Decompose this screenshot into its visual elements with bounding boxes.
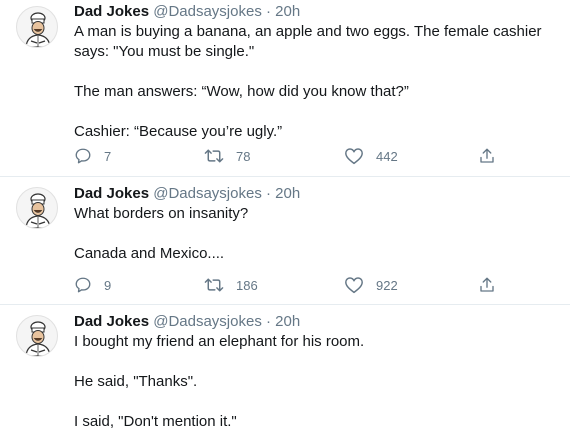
heart-icon (345, 148, 363, 165)
author-name[interactable]: Dad Jokes (74, 313, 149, 330)
timestamp[interactable]: 20h (275, 313, 300, 330)
author-handle[interactable]: @Dadsaysjokes (153, 3, 262, 20)
tweet-actions: 7 78 442 (74, 145, 514, 167)
separator-dot: · (266, 185, 271, 202)
chef-avatar-icon (25, 321, 51, 356)
avatar[interactable] (16, 187, 58, 229)
tweet-content: Dad Jokes @Dadsaysjokes · 20h What borde… (74, 184, 564, 264)
tweet-text: What borders on insanity? Canada and Mex… (74, 204, 564, 264)
tweet-paragraph: Canada and Mexico.... (74, 245, 225, 262)
tweet[interactable]: Dad Jokes @Dadsaysjokes · 20h What borde… (0, 177, 570, 305)
comment-icon (75, 277, 91, 293)
avatar[interactable] (16, 315, 58, 357)
share-button[interactable] (478, 145, 496, 167)
author-handle[interactable]: @Dadsaysjokes (153, 185, 262, 202)
retweet-count: 78 (236, 148, 251, 164)
author-handle[interactable]: @Dadsaysjokes (153, 313, 262, 330)
like-count: 442 (376, 148, 398, 164)
separator-dot: · (266, 3, 271, 20)
tweet-paragraph: I said, "Don't mention it." (74, 413, 237, 430)
author-name[interactable]: Dad Jokes (74, 3, 149, 20)
retweet-button[interactable]: 78 (204, 145, 250, 167)
tweet-paragraph: A man is buying a banana, an apple and t… (74, 23, 542, 60)
tweet-paragraph: What borders on insanity? (74, 205, 249, 222)
avatar[interactable] (16, 6, 58, 48)
tweet-header: Dad Jokes @Dadsaysjokes · 20h (74, 312, 564, 332)
retweet-button[interactable]: 186 (204, 274, 258, 296)
author-name[interactable]: Dad Jokes (74, 185, 149, 202)
share-icon (480, 148, 494, 163)
reply-button[interactable]: 7 (74, 145, 111, 167)
like-button[interactable]: 922 (344, 274, 398, 296)
retweet-count: 186 (236, 277, 258, 293)
tweet[interactable]: Dad Jokes @Dadsaysjokes · 20h I bought m… (0, 305, 570, 440)
tweet-paragraph: The man answers: “Wow, how did you know … (74, 83, 409, 100)
tweet-content: Dad Jokes @Dadsaysjokes · 20h I bought m… (74, 312, 564, 432)
retweet-icon (204, 278, 224, 292)
tweet-actions: 9 186 922 (74, 274, 514, 296)
reply-count: 9 (104, 277, 112, 293)
tweet-content: Dad Jokes @Dadsaysjokes · 20h A man is b… (74, 2, 564, 142)
heart-icon (345, 277, 363, 294)
chef-avatar-icon (25, 193, 51, 228)
separator-dot: · (266, 313, 271, 330)
tweet-text: A man is buying a banana, an apple and t… (74, 22, 564, 142)
share-button[interactable] (478, 274, 496, 296)
retweet-icon (204, 149, 224, 163)
tweet-header: Dad Jokes @Dadsaysjokes · 20h (74, 2, 564, 22)
tweet-paragraph: I bought my friend an elephant for his r… (74, 333, 365, 350)
like-button[interactable]: 442 (344, 145, 398, 167)
tweet-text: I bought my friend an elephant for his r… (74, 332, 564, 432)
comment-icon (75, 148, 91, 164)
share-icon (480, 277, 494, 292)
timestamp[interactable]: 20h (275, 3, 300, 20)
reply-button[interactable]: 9 (74, 274, 111, 296)
timestamp[interactable]: 20h (275, 185, 300, 202)
chef-avatar-icon (25, 12, 51, 47)
tweet-paragraph: He said, "Thanks". (74, 373, 198, 390)
reply-count: 7 (104, 148, 112, 164)
tweet-paragraph: Cashier: “Because you’re ugly.” (74, 123, 283, 140)
tweet[interactable]: Dad Jokes @Dadsaysjokes · 20h A man is b… (0, 0, 570, 177)
tweet-feed: Dad Jokes @Dadsaysjokes · 20h A man is b… (0, 0, 570, 440)
tweet-header: Dad Jokes @Dadsaysjokes · 20h (74, 184, 564, 204)
like-count: 922 (376, 277, 398, 293)
